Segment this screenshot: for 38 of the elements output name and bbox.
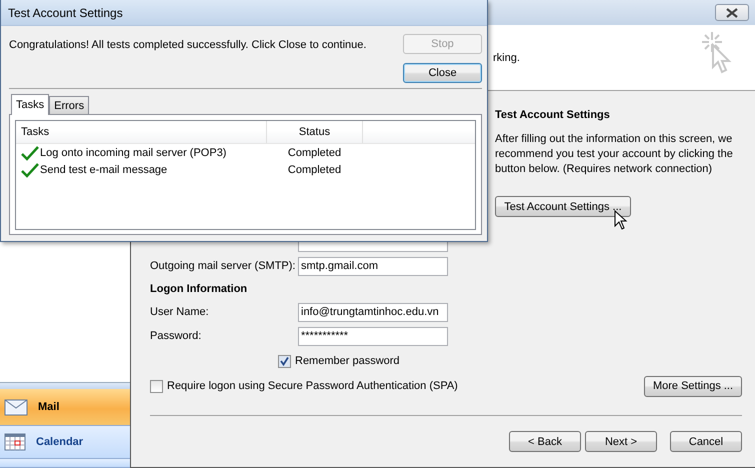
close-button[interactable]	[715, 4, 749, 21]
window-title: Test Account Settings	[8, 6, 123, 20]
table-cell: Send test e-mail message	[40, 164, 168, 176]
description-text: After filling out the information on this screen, we recommend you test your account by clicking the button below. (Requires network connection)	[495, 132, 734, 177]
checkbox[interactable]	[278, 354, 291, 368]
field-label: Password:	[150, 330, 202, 342]
status-message: Congratulations! All tests completed successfully. Click Close to continue.	[9, 38, 366, 53]
nav-item[interactable]: Mail	[0, 389, 130, 426]
tab[interactable]: Errors	[49, 96, 90, 114]
checkbox[interactable]	[150, 380, 163, 392]
table-cell: Log onto incoming mail server (POP3)	[40, 147, 226, 159]
input-field[interactable]: info@trungtamtinhoc.edu.vn	[298, 302, 448, 322]
pane-splitter[interactable]	[0, 382, 130, 389]
wizard-button[interactable]: < Back	[509, 431, 581, 452]
section-title: Test Account Settings	[495, 108, 611, 123]
close-icon	[726, 8, 738, 18]
envelope-icon	[4, 398, 28, 416]
wizard-button[interactable]: Next >	[585, 431, 657, 452]
table-cell: Completed	[288, 147, 342, 159]
checkbox-label[interactable]: Require logon using Secure Password Authentication (SPA)	[167, 380, 458, 392]
pointer-icon	[614, 210, 628, 230]
column-header[interactable]: Tasks	[16, 121, 267, 143]
wizard-button[interactable]: Cancel	[670, 431, 742, 452]
section-title: Logon Information	[150, 282, 248, 297]
test-account-settings-button[interactable]: Test Account Settings ...	[495, 196, 631, 217]
input-field[interactable]: smtp.gmail.com	[298, 256, 448, 276]
calendar-icon	[4, 433, 26, 451]
header-text: rking.	[493, 52, 520, 64]
checkbox-label[interactable]: Remember password	[295, 355, 400, 367]
field-label: Outgoing mail server (SMTP):	[150, 260, 296, 272]
dialog-button[interactable]: Close	[403, 63, 482, 83]
nav-item[interactable]: Calendar	[0, 426, 130, 459]
tab[interactable]: Tasks	[11, 94, 50, 115]
table-cell: Completed	[288, 164, 342, 176]
field-label: User Name:	[150, 306, 210, 318]
more-settings-button[interactable]: More Settings ...	[644, 376, 742, 396]
column-header[interactable]: Status	[267, 121, 363, 143]
input-field[interactable]: ***********	[298, 326, 448, 346]
